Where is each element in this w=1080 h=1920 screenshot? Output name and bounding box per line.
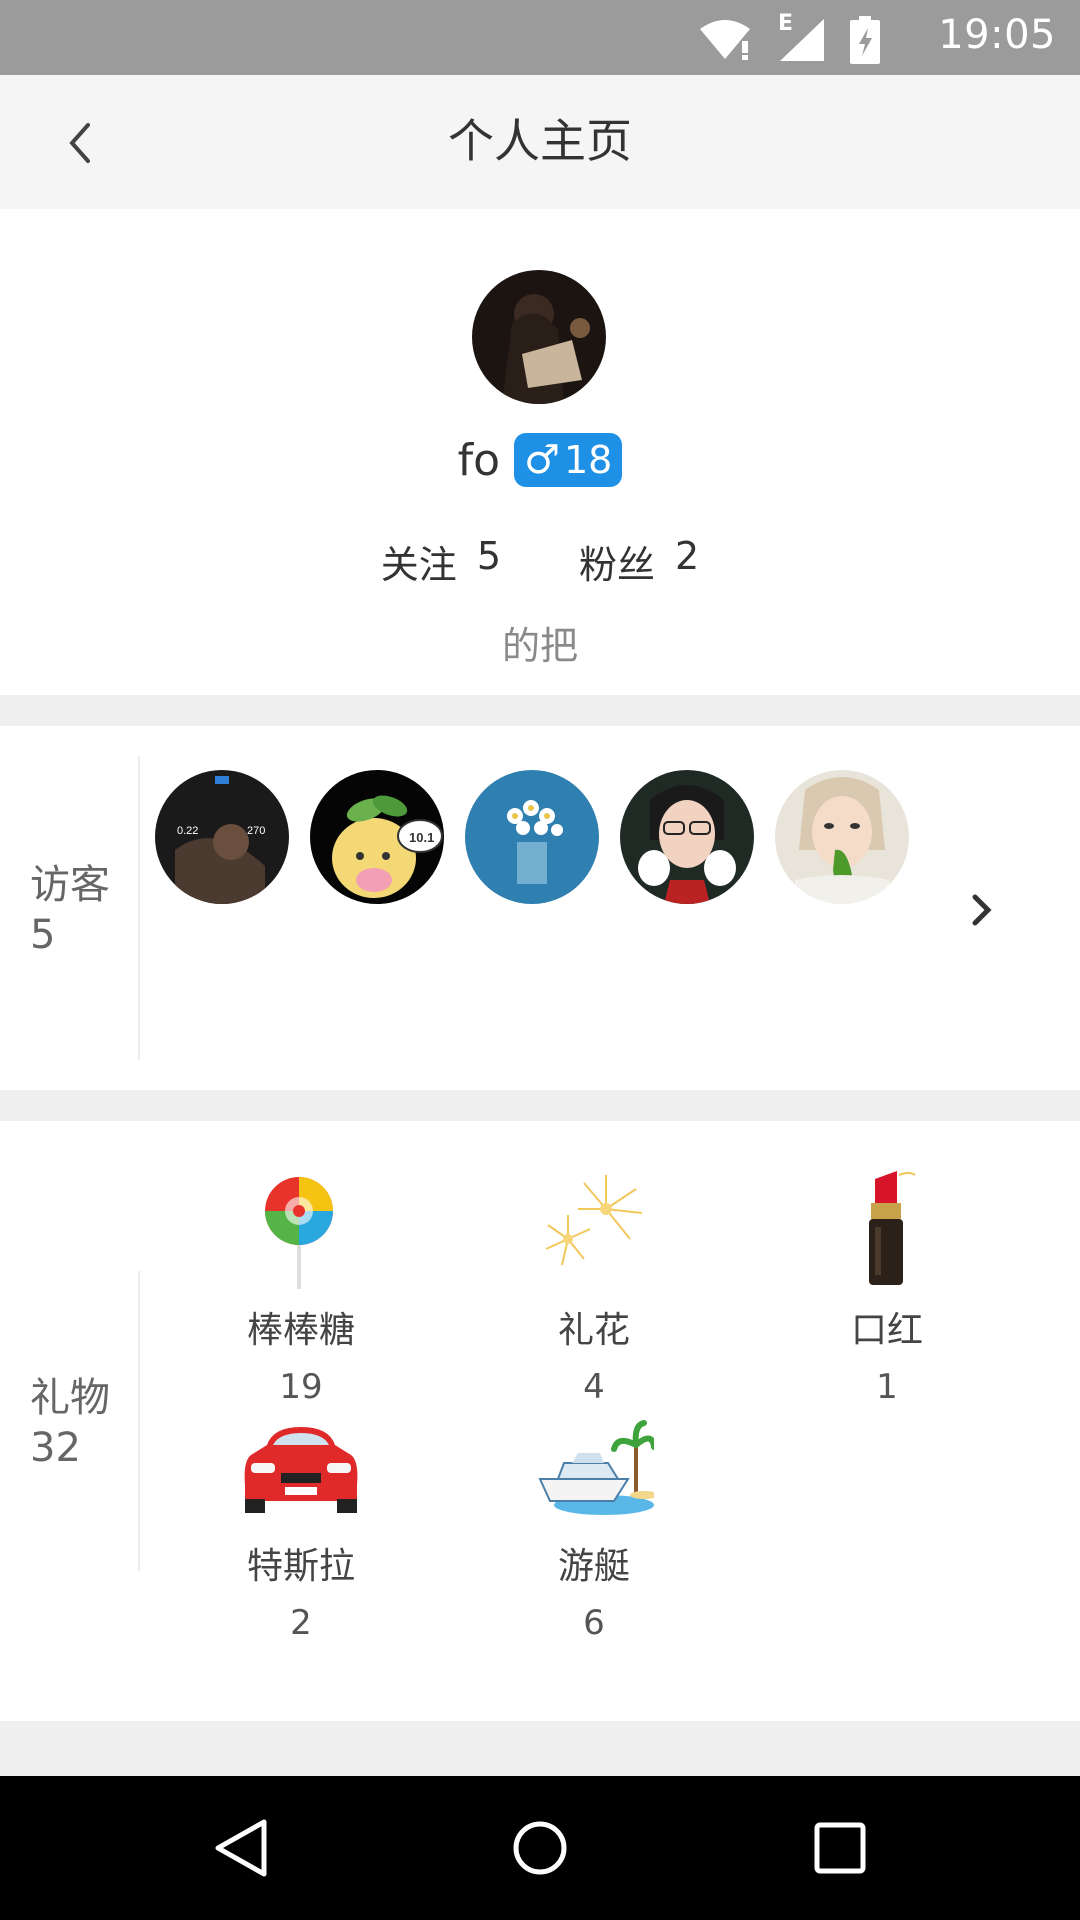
followers-count: 2 xyxy=(675,534,700,578)
section-divider xyxy=(138,756,140,1060)
gifts-section: 礼物 32 棒棒糖 19 礼花 4 口红 1 特斯拉 2 游艇 6 xyxy=(0,1121,1080,1721)
gift-count: 2 xyxy=(290,1603,312,1643)
gift-item-lollipop[interactable]: 棒棒糖 19 xyxy=(181,1169,421,1407)
visitor-avatar[interactable]: 10.1 xyxy=(310,770,444,904)
car-icon xyxy=(244,1427,358,1513)
gift-item-car[interactable]: 特斯拉 2 xyxy=(181,1405,421,1643)
lollipop-icon xyxy=(265,1177,333,1289)
visitor-sticker-badge: 10.1 xyxy=(409,830,434,845)
gift-name: 特斯拉 xyxy=(246,1546,355,1587)
followers-label: 粉丝 xyxy=(579,543,656,587)
following-stat[interactable]: 关注 5 xyxy=(381,534,501,589)
gifts-title: 礼物 xyxy=(30,1375,110,1421)
circle-home-icon xyxy=(513,1821,567,1875)
chevron-right-icon xyxy=(972,894,992,926)
gift-count: 1 xyxy=(876,1367,898,1407)
gift-item-fireworks[interactable]: 礼花 4 xyxy=(474,1169,714,1407)
gift-item-yacht[interactable]: 游艇 6 xyxy=(474,1405,714,1643)
wifi-icon xyxy=(700,20,750,60)
yacht-icon xyxy=(538,1420,654,1515)
age-value: 18 xyxy=(563,438,613,482)
gift-name: 游艇 xyxy=(557,1546,630,1587)
system-nav-bar xyxy=(0,1776,1080,1920)
gifts-total: 32 xyxy=(30,1425,81,1471)
visitors-label: 访客 5 xyxy=(30,860,110,960)
network-type: E xyxy=(778,11,794,36)
visitors-section[interactable]: 访客 5 0.22 270 10.1 xyxy=(0,726,1080,1090)
follow-stats: 关注 5 粉丝 2 xyxy=(0,534,1080,589)
visitors-more-button[interactable] xyxy=(962,886,1002,934)
visitor-stat-right: 270 xyxy=(247,825,265,837)
gift-count: 4 xyxy=(583,1367,605,1407)
name-row: fo ♂ 18 xyxy=(0,433,1080,487)
gift-count: 6 xyxy=(583,1603,605,1643)
gift-name: 礼花 xyxy=(557,1310,630,1351)
following-label: 关注 xyxy=(380,543,457,587)
gift-name: 棒棒糖 xyxy=(246,1310,355,1351)
signature: 的把 xyxy=(501,624,578,668)
visitors-count: 5 xyxy=(30,912,56,958)
username: fo xyxy=(457,434,501,486)
gift-count: 19 xyxy=(279,1367,323,1407)
following-count: 5 xyxy=(476,534,501,578)
visitor-avatar[interactable] xyxy=(775,770,909,904)
fireworks-icon xyxy=(545,1175,643,1266)
signal-icon: E xyxy=(776,11,826,63)
status-bar: E 19:05 xyxy=(0,0,1080,75)
page-title: 个人主页 xyxy=(448,114,632,168)
nav-home-button[interactable] xyxy=(504,1812,576,1884)
lipstick-icon xyxy=(869,1171,916,1285)
followers-stat[interactable]: 粉丝 2 xyxy=(579,534,699,589)
square-recents-icon xyxy=(814,1822,866,1874)
status-time: 19:05 xyxy=(938,12,1056,58)
status-icons: E xyxy=(698,11,880,64)
triangle-back-icon xyxy=(215,1819,267,1877)
battery-icon xyxy=(850,16,880,64)
gender-age-badge: ♂ 18 xyxy=(514,433,623,487)
visitors-title: 访客 xyxy=(30,862,110,908)
gift-item-lipstick[interactable]: 口红 1 xyxy=(767,1169,1007,1407)
profile-avatar[interactable] xyxy=(472,270,606,404)
visitor-avatar[interactable] xyxy=(620,770,754,904)
visitor-avatar[interactable]: 0.22 270 xyxy=(155,770,289,904)
section-divider xyxy=(138,1271,140,1571)
gift-name: 口红 xyxy=(850,1310,923,1351)
nav-back-button[interactable] xyxy=(204,1812,276,1884)
visitor-stat-left: 0.22 xyxy=(177,825,198,837)
visitor-avatar[interactable] xyxy=(465,770,599,904)
nav-recents-button[interactable] xyxy=(804,1812,876,1884)
male-icon: ♂ xyxy=(524,437,560,483)
app-bar: 个人主页 xyxy=(0,75,1080,209)
gifts-label: 礼物 32 xyxy=(30,1373,110,1473)
profile-card: fo ♂ 18 关注 5 粉丝 2 的把 xyxy=(0,209,1080,695)
